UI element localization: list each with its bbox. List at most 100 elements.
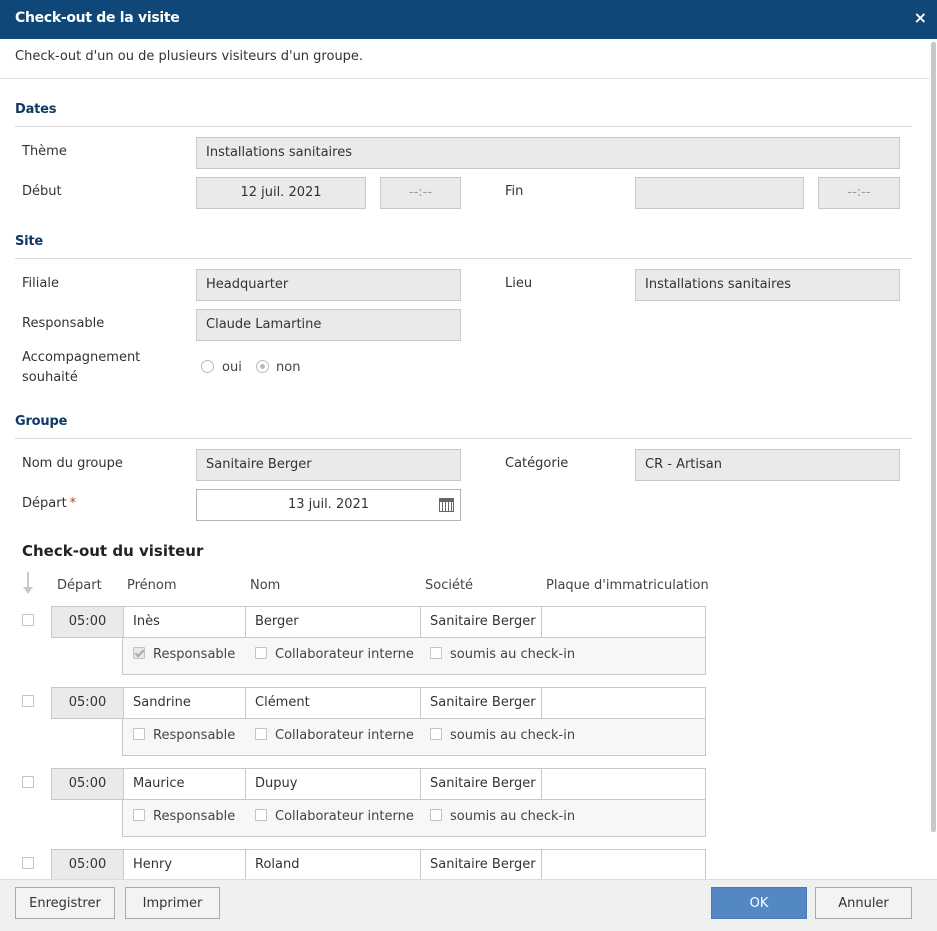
category-label: Catégorie [505, 456, 569, 471]
visitor-row: 05:00 Inès Berger Sanitaire Berger [51, 606, 706, 638]
checkin-label: soumis au check-in [450, 809, 576, 824]
cancel-button[interactable]: Annuler [815, 887, 912, 919]
firstname-cell: Sandrine [123, 688, 245, 718]
dialog-content: Check-out d'un ou de plusieurs visiteurs… [0, 39, 930, 879]
print-button[interactable]: Imprimer [125, 887, 220, 919]
departure-label: Départ * [22, 494, 76, 514]
checkout-heading: Check-out du visiteur [22, 542, 204, 560]
dialog-title: Check-out de la visite [15, 10, 180, 26]
company-cell: Sanitaire Berger [420, 688, 541, 718]
plate-cell[interactable] [541, 769, 705, 799]
lastname-cell: Clément [245, 688, 420, 718]
branch-label: Filiale [22, 276, 59, 291]
sort-arrow-head [23, 587, 33, 594]
section-group-heading: Groupe [15, 414, 68, 429]
escort-no-radio[interactable] [256, 360, 269, 373]
save-button[interactable]: Enregistrer [15, 887, 115, 919]
lastname-cell: Roland [245, 850, 420, 879]
end-label: Fin [505, 184, 524, 199]
firstname-cell: Henry [123, 850, 245, 879]
place-field[interactable]: Installations sanitaires [635, 269, 900, 301]
theme-field[interactable]: Installations sanitaires [196, 137, 900, 169]
departure-time-cell: 05:00 [52, 688, 123, 718]
visitor-select-checkbox[interactable] [22, 857, 34, 869]
divider [15, 126, 912, 127]
scrollbar[interactable] [931, 42, 936, 832]
visitor-row: 05:00 Maurice Dupuy Sanitaire Berger [51, 768, 706, 800]
divider [0, 78, 930, 79]
company-cell: Sanitaire Berger [420, 769, 541, 799]
responsible-label: Responsable [22, 316, 105, 331]
dialog-description: Check-out d'un ou de plusieurs visiteurs… [15, 49, 364, 64]
departure-time-cell: 05:00 [52, 769, 123, 799]
internal-checkbox[interactable] [255, 809, 267, 821]
departure-date-value: 13 juil. 2021 [287, 497, 370, 512]
visitor-row: 05:00 Henry Roland Sanitaire Berger [51, 849, 706, 879]
visitor-row: 05:00 Sandrine Clément Sanitaire Berger [51, 687, 706, 719]
departure-label-text: Départ [22, 496, 67, 511]
lastname-cell: Dupuy [245, 769, 420, 799]
escort-yes-radio[interactable] [201, 360, 214, 373]
visitor-select-checkbox[interactable] [22, 776, 34, 788]
visitor-options: Responsable Collaborateur interne soumis a… [122, 638, 706, 675]
close-icon[interactable]: × [914, 7, 927, 29]
internal-label: Collaborateur interne [275, 809, 414, 824]
visitor-select-checkbox[interactable] [22, 614, 34, 626]
departure-date-field[interactable]: 13 juil. 2021 [196, 489, 461, 521]
plate-cell[interactable] [541, 688, 705, 718]
col-firstname: Prénom [127, 578, 177, 593]
responsible-label: Responsable [153, 728, 236, 743]
theme-label: Thème [22, 144, 67, 159]
start-time-field[interactable]: --:-- [380, 177, 461, 209]
departure-time-cell: 05:00 [52, 607, 123, 637]
divider [15, 258, 912, 259]
internal-checkbox[interactable] [255, 728, 267, 740]
calendar-icon[interactable] [439, 498, 454, 512]
escort-label-line2: souhaité [22, 370, 78, 385]
departure-time-cell: 05:00 [52, 850, 123, 879]
dialog-footer: Enregistrer Imprimer OK Annuler [0, 879, 937, 931]
responsible-checkbox[interactable] [133, 647, 145, 659]
checkin-checkbox[interactable] [430, 728, 442, 740]
escort-label-line1: Accompagnement [22, 350, 141, 365]
group-name-field[interactable]: Sanitaire Berger [196, 449, 461, 481]
responsible-field[interactable]: Claude Lamartine [196, 309, 461, 341]
escort-no-label: non [276, 360, 301, 375]
required-marker: * [69, 496, 77, 511]
firstname-cell: Inès [123, 607, 245, 637]
start-date-field[interactable]: 12 juil. 2021 [196, 177, 366, 209]
responsible-label: Responsable [153, 809, 236, 824]
checkin-label: soumis au check-in [450, 728, 576, 743]
ok-button[interactable]: OK [711, 887, 807, 919]
company-cell: Sanitaire Berger [420, 850, 541, 879]
visitor-options: Responsable Collaborateur interne soumis a… [122, 719, 706, 756]
section-site-heading: Site [15, 234, 44, 249]
end-date-field[interactable] [635, 177, 804, 209]
section-dates-heading: Dates [15, 102, 57, 117]
group-name-label: Nom du groupe [22, 456, 123, 471]
firstname-cell: Maurice [123, 769, 245, 799]
escort-yes-label: oui [222, 360, 242, 375]
place-label: Lieu [505, 276, 533, 291]
col-lastname: Nom [250, 578, 281, 593]
sort-arrow-icon[interactable] [22, 572, 34, 597]
checkin-checkbox[interactable] [430, 809, 442, 821]
plate-cell[interactable] [541, 607, 705, 637]
responsible-checkbox[interactable] [133, 728, 145, 740]
branch-field[interactable]: Headquarter [196, 269, 461, 301]
internal-checkbox[interactable] [255, 647, 267, 659]
plate-cell[interactable] [541, 850, 705, 879]
visitor-select-checkbox[interactable] [22, 695, 34, 707]
lastname-cell: Berger [245, 607, 420, 637]
start-label: Début [22, 184, 62, 199]
category-field[interactable]: CR - Artisan [635, 449, 900, 481]
checkin-checkbox[interactable] [430, 647, 442, 659]
dialog-titlebar: Check-out de la visite × [0, 0, 937, 39]
divider [15, 438, 912, 439]
col-departure: Départ [57, 578, 102, 593]
checkin-label: soumis au check-in [450, 647, 576, 662]
internal-label: Collaborateur interne [275, 647, 414, 662]
end-time-field[interactable]: --:-- [818, 177, 900, 209]
responsible-checkbox[interactable] [133, 809, 145, 821]
internal-label: Collaborateur interne [275, 728, 414, 743]
